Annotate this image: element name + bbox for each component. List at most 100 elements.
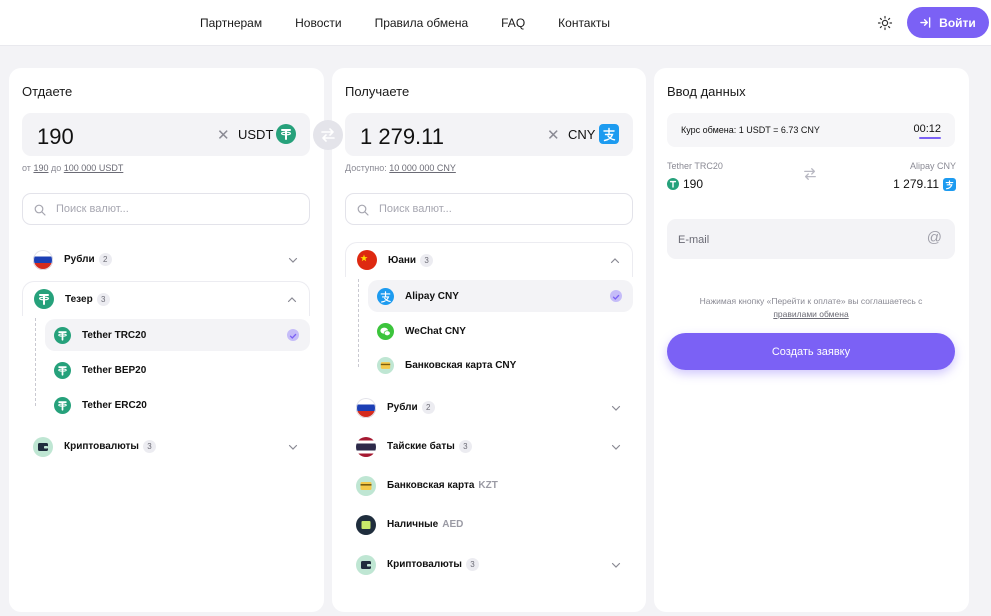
give-currency: USDT xyxy=(238,127,274,142)
chevron-up-icon xyxy=(610,258,620,264)
agreement-text: Нажимая кнопку «Перейти к оплате» вы сог… xyxy=(667,295,955,321)
receive-group-rub[interactable]: Рубли 2 xyxy=(345,390,633,425)
receive-group-crypto[interactable]: Криптовалюты 3 xyxy=(345,547,633,582)
form-title: Ввод данных xyxy=(667,84,746,99)
give-group-crypto[interactable]: Криптовалюты 3 xyxy=(22,429,310,464)
available-value[interactable]: 10 000 000 CNY xyxy=(389,163,456,173)
to-amount-value: 1 279.11 xyxy=(893,177,939,191)
alipay-icon xyxy=(377,287,394,305)
group-label: Наличные xyxy=(387,519,439,530)
item-label: Alipay CNY xyxy=(405,290,459,302)
receive-amount-field[interactable]: 1 279.11 ✕ CNY xyxy=(345,113,633,156)
bank-card-icon xyxy=(377,356,394,374)
agreement-body: Нажимая кнопку «Перейти к оплате» вы сог… xyxy=(699,296,923,306)
search-placeholder: Поиск валют... xyxy=(56,203,129,215)
receive-item-wechat[interactable]: WeChat CNY xyxy=(368,315,633,347)
from-amount: 190 xyxy=(667,177,703,191)
sun-icon[interactable] xyxy=(876,14,894,32)
tether-icon xyxy=(54,326,71,344)
group-label: Криптовалюты xyxy=(64,441,139,452)
limits-mid: до xyxy=(51,163,62,173)
give-item-tether-erc20[interactable]: Tether ERC20 xyxy=(45,389,310,421)
from-currency-label: Tether TRC20 xyxy=(667,161,723,171)
timer-progress xyxy=(919,137,941,139)
close-icon[interactable]: ✕ xyxy=(217,126,230,144)
wallet-icon xyxy=(356,554,376,575)
receive-group-cash-aed[interactable]: Наличные AED xyxy=(345,507,633,542)
item-label: Банковская карта CNY xyxy=(405,359,517,371)
login-label: Войти xyxy=(939,15,976,30)
alipay-icon xyxy=(943,177,956,191)
chevron-down-icon xyxy=(288,257,298,263)
chevron-down-icon xyxy=(611,562,621,568)
rate-box: Курс обмена: 1 USDT = 6.73 CNY 00:12 xyxy=(667,113,955,147)
give-group-rub[interactable]: Рубли 2 xyxy=(22,242,310,277)
give-item-tether-bep20[interactable]: Tether BEP20 xyxy=(45,354,310,386)
group-suffix: KZT xyxy=(478,480,498,491)
create-order-button[interactable]: Создать заявку xyxy=(667,333,955,370)
group-count: 3 xyxy=(142,440,156,453)
russia-flag-icon xyxy=(356,397,376,418)
email-field[interactable]: E-mail @ xyxy=(667,219,955,259)
tree-line xyxy=(358,279,359,367)
tether-icon xyxy=(54,361,71,379)
group-label: Криптовалюты xyxy=(387,559,462,570)
nav-news[interactable]: Новости xyxy=(295,16,341,30)
search-placeholder: Поиск валют... xyxy=(379,203,452,215)
email-placeholder: E-mail xyxy=(678,234,710,246)
russia-flag-icon xyxy=(33,249,53,270)
swap-arrows-icon[interactable] xyxy=(313,120,343,150)
login-button[interactable]: Войти xyxy=(907,7,989,38)
search-icon xyxy=(357,204,369,216)
exchange-rules-link[interactable]: правилами обмена xyxy=(773,309,848,319)
chevron-up-icon xyxy=(287,297,297,303)
wallet-icon xyxy=(33,436,53,457)
exchange-rate: Курс обмена: 1 USDT = 6.73 CNY xyxy=(681,125,820,135)
group-label: Тезер xyxy=(65,293,93,305)
search-icon xyxy=(34,204,46,216)
group-count: 3 xyxy=(465,558,479,571)
at-icon: @ xyxy=(926,229,942,246)
close-icon[interactable]: ✕ xyxy=(547,126,560,144)
receive-group-thb[interactable]: Тайские баты 3 xyxy=(345,429,633,464)
nav-contacts[interactable]: Контакты xyxy=(558,16,610,30)
receive-panel: Получаете 1 279.11 ✕ CNY Доступно: 10 00… xyxy=(332,68,646,612)
chevron-down-icon xyxy=(288,444,298,450)
group-label: Юани xyxy=(388,254,417,266)
group-label: Банковская карта xyxy=(387,480,475,491)
receive-group-cny[interactable]: Юани 3 xyxy=(345,242,633,277)
give-item-tether-trc20[interactable]: Tether TRC20 xyxy=(45,319,310,351)
receive-group-bank-card-kzt[interactable]: Банковская карта KZT xyxy=(345,468,633,503)
limits-min[interactable]: 190 xyxy=(33,163,48,173)
to-currency-label: Alipay CNY xyxy=(909,161,956,171)
group-count: 3 xyxy=(420,253,434,267)
group-suffix: AED xyxy=(442,519,464,530)
group-count: 2 xyxy=(98,253,112,266)
receive-item-bank-card-cny[interactable]: Банковская карта CNY xyxy=(368,349,633,381)
limits-prefix: от xyxy=(22,163,31,173)
receive-amount-value[interactable]: 1 279.11 xyxy=(360,124,444,150)
form-panel: Ввод данных Курс обмена: 1 USDT = 6.73 C… xyxy=(654,68,969,612)
swap-arrows-icon xyxy=(804,168,816,180)
give-limits: от 190 до 100 000 USDT xyxy=(22,163,123,173)
limits-max[interactable]: 100 000 USDT xyxy=(64,163,124,173)
nav-partners[interactable]: Партнерам xyxy=(200,16,262,30)
nav-faq[interactable]: FAQ xyxy=(501,16,525,30)
nav-rules[interactable]: Правила обмена xyxy=(375,16,469,30)
bank-card-icon xyxy=(356,475,376,496)
receive-search-input[interactable]: Поиск валют... xyxy=(345,193,633,225)
login-arrow-icon xyxy=(920,17,931,28)
receive-title: Получаете xyxy=(345,84,410,99)
give-amount-value[interactable]: 190 xyxy=(37,124,74,150)
give-amount-field[interactable]: 190 ✕ USDT xyxy=(22,113,310,156)
receive-available: Доступно: 10 000 000 CNY xyxy=(345,163,456,173)
chevron-down-icon xyxy=(611,444,621,450)
group-label: Тайские баты xyxy=(387,441,455,452)
chevron-down-icon xyxy=(611,405,621,411)
alipay-icon xyxy=(599,124,619,144)
china-flag-icon xyxy=(357,250,377,270)
tether-icon xyxy=(276,124,296,144)
give-group-tether[interactable]: Тезер 3 xyxy=(22,281,310,316)
give-search-input[interactable]: Поиск валют... xyxy=(22,193,310,225)
receive-item-alipay[interactable]: Alipay CNY xyxy=(368,280,633,312)
